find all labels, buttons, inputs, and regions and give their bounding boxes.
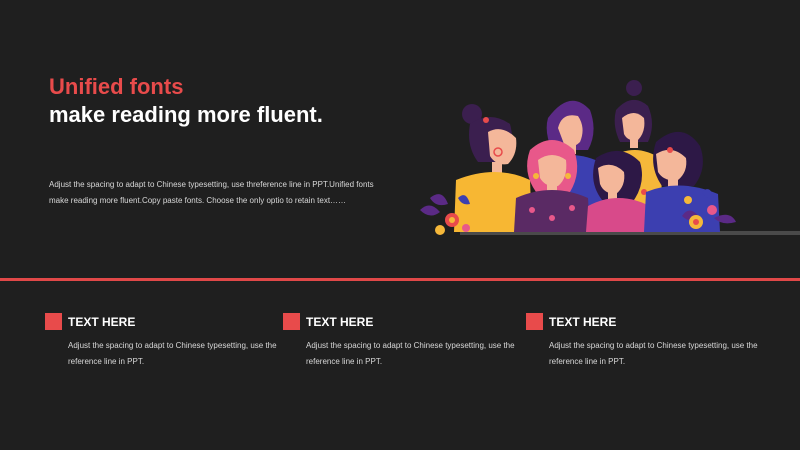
- feature-title: TEXT HERE: [549, 315, 617, 329]
- feature-description: Adjust the spacing to adapt to Chinese t…: [306, 341, 515, 366]
- red-square-icon: [526, 313, 543, 330]
- feature-description: Adjust the spacing to adapt to Chinese t…: [68, 341, 277, 366]
- feature-title: TEXT HERE: [68, 315, 136, 329]
- group-of-women-illustration: [420, 80, 800, 235]
- slide: Unified fonts make reading more fluent. …: [0, 0, 800, 450]
- feature-title: TEXT HERE: [306, 315, 374, 329]
- red-square-icon: [283, 313, 300, 330]
- title-accent: Unified fonts: [49, 74, 184, 99]
- intro-text: Adjust the spacing to adapt to Chinese t…: [49, 180, 374, 205]
- red-square-icon: [45, 313, 62, 330]
- feature-description: Adjust the spacing to adapt to Chinese t…: [549, 341, 758, 366]
- title-main: make reading more fluent.: [49, 102, 323, 127]
- section-divider: [0, 278, 800, 281]
